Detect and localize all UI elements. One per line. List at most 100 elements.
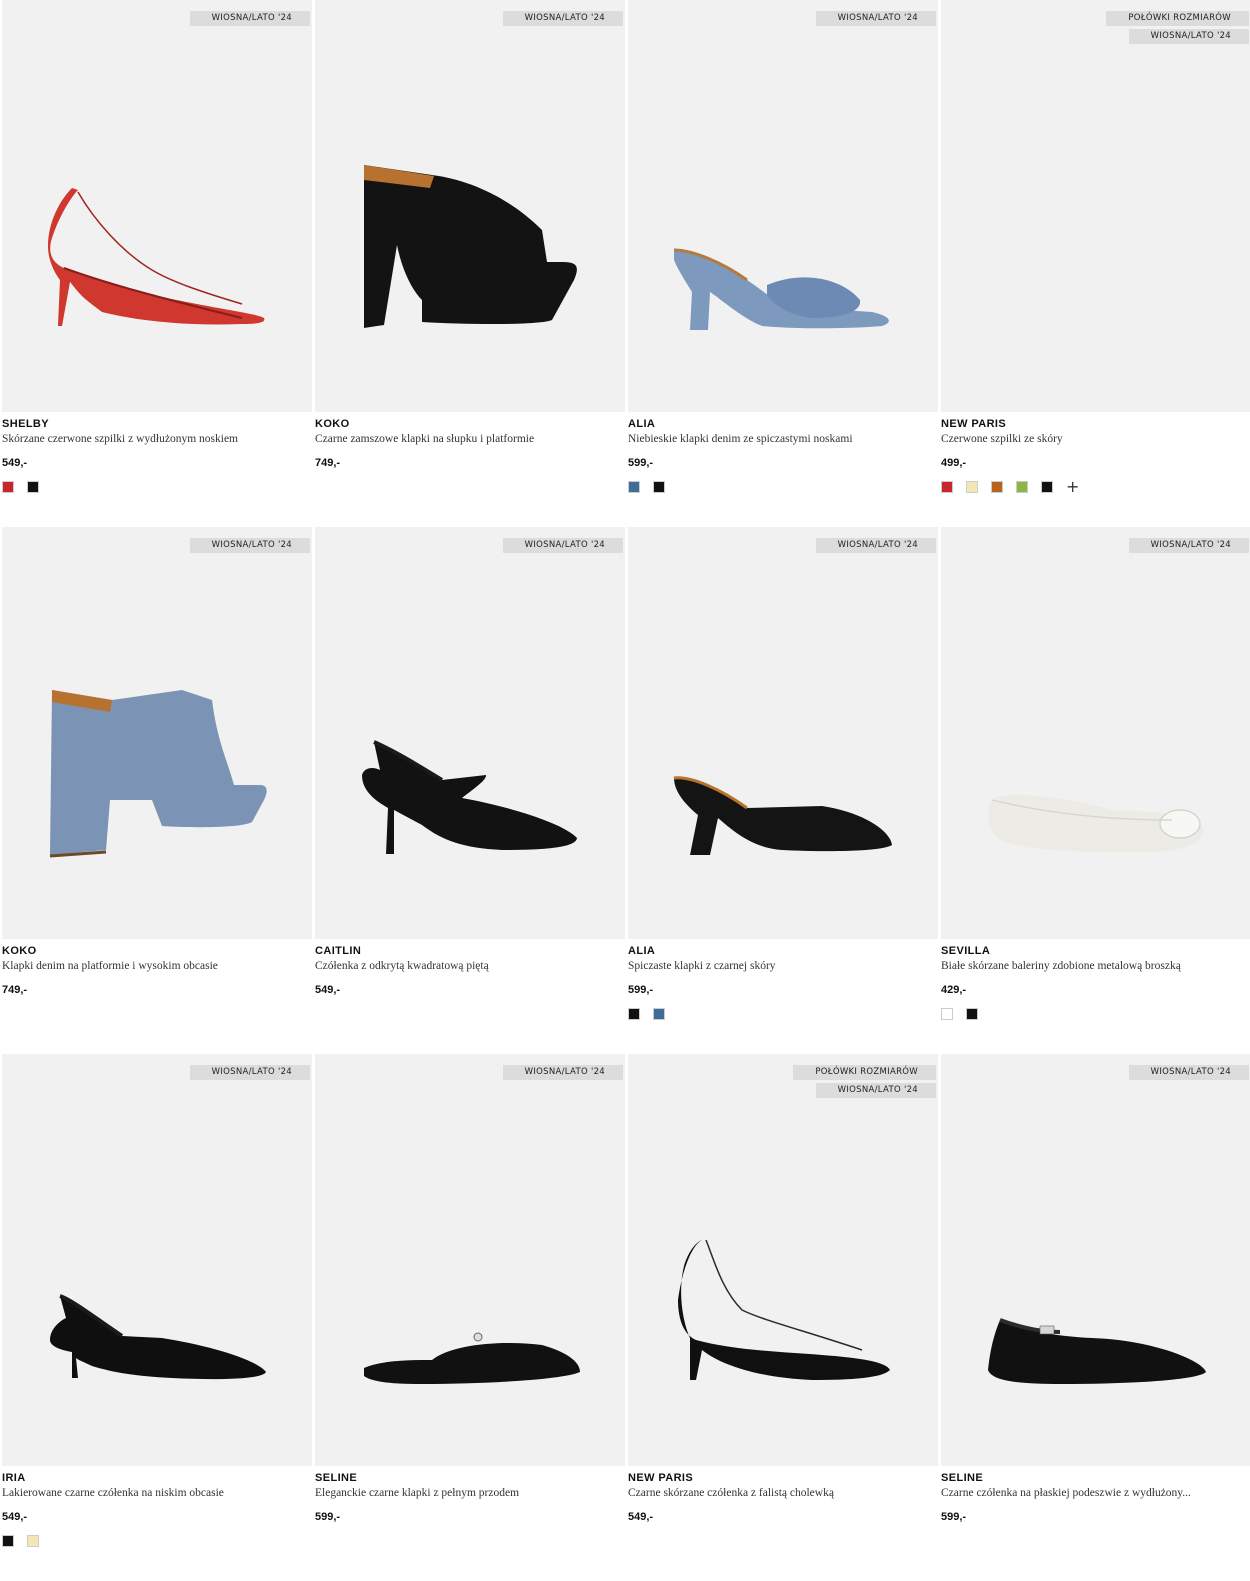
product-info: SELINE Czarne czółenka na płaskiej podes… (941, 1466, 1250, 1547)
color-swatch[interactable] (2, 1535, 14, 1547)
shoe-illustration-denim-platform-mule (49, 690, 267, 858)
badge-list: WIOSNA/LATO '24 (189, 11, 310, 26)
product-brand[interactable]: SELINE (941, 1471, 1250, 1485)
more-colors-icon[interactable]: + (1066, 479, 1079, 495)
product-brand[interactable]: KOKO (315, 417, 625, 431)
product-image[interactable]: WIOSNA/LATO '24 (2, 527, 312, 939)
product-image[interactable]: WIOSNA/LATO '24 (2, 1054, 312, 1466)
color-swatch[interactable] (2, 481, 14, 493)
color-swatches (628, 481, 938, 493)
product-image[interactable]: WIOSNA/LATO '24 (941, 527, 1250, 939)
color-swatch[interactable] (27, 1535, 39, 1547)
product-card-6: WIOSNA/LATO '24 CAITLIN Czółenka z odkry… (315, 527, 625, 1054)
color-swatches (2, 1008, 312, 1020)
season-badge: WIOSNA/LATO '24 (189, 538, 310, 553)
shoe-illustration-black-flat-mule (364, 1332, 580, 1384)
shoe-illustration-denim-mule (673, 248, 889, 330)
color-swatches (941, 1535, 1250, 1547)
product-description[interactable]: Czarne czółenka na płaskiej podeszwie z … (941, 1485, 1241, 1501)
season-badge: POŁÓWKI ROZMIARÓW (1106, 11, 1249, 26)
color-swatches (2, 481, 312, 493)
product-card-9: WIOSNA/LATO '24 IRIA Lakierowane czarne … (2, 1054, 312, 1581)
color-swatch[interactable] (966, 1008, 978, 1020)
badge-list: WIOSNA/LATO '24 (1128, 538, 1249, 553)
shoe-illustration-black-mule (673, 776, 892, 855)
product-price: 429,- (941, 984, 967, 996)
shoe-illustration-red-pump (941, 0, 1250, 412)
badge-list: WIOSNA/LATO '24 (815, 538, 936, 553)
product-card-4: POŁÓWKI ROZMIARÓW WIOSNA/LATO '24 NEW PAR… (941, 0, 1250, 527)
product-info: NEW PARIS Czerwone szpilki ze skóry 499,… (941, 412, 1250, 495)
product-description[interactable]: Czarne skórzane czółenka z falistą chole… (628, 1485, 928, 1501)
product-description[interactable]: Czółenka z odkrytą kwadratową piętą (315, 958, 615, 974)
product-brand[interactable]: ALIA (628, 417, 938, 431)
badge-list: POŁÓWKI ROZMIARÓW WIOSNA/LATO '24 (793, 1065, 936, 1098)
badge-list: WIOSNA/LATO '24 (815, 11, 936, 26)
product-description[interactable]: Klapki denim na platformie i wysokim obc… (2, 958, 302, 974)
product-brand[interactable]: KOKO (2, 944, 312, 958)
product-description[interactable]: Czerwone szpilki ze skóry (941, 431, 1241, 447)
color-swatch[interactable] (1016, 481, 1028, 493)
product-description[interactable]: Lakierowane czarne czółenka na niskim ob… (2, 1485, 302, 1501)
product-image[interactable]: WIOSNA/LATO '24 (628, 527, 938, 939)
season-badge: POŁÓWKI ROZMIARÓW (793, 1065, 936, 1080)
product-image[interactable]: POŁÓWKI ROZMIARÓW WIOSNA/LATO '24 (941, 0, 1250, 412)
product-brand[interactable]: NEW PARIS (628, 1471, 938, 1485)
shoe-illustration-black-slingback-strap (362, 740, 577, 854)
season-badge: WIOSNA/LATO '24 (502, 538, 623, 553)
product-description[interactable]: Białe skórzane baleriny zdobione metalow… (941, 958, 1241, 974)
season-badge: WIOSNA/LATO '24 (502, 1065, 623, 1080)
product-image[interactable]: WIOSNA/LATO '24 (2, 0, 312, 412)
color-swatch[interactable] (27, 481, 39, 493)
product-description[interactable]: Skórzane czerwone szpilki z wydłużonym n… (2, 431, 302, 447)
product-price: 549,- (2, 1511, 28, 1523)
product-price: 549,- (628, 1511, 654, 1523)
color-swatches (628, 1008, 938, 1020)
product-image[interactable]: WIOSNA/LATO '24 (628, 0, 938, 412)
product-description[interactable]: Czarne zamszowe klapki na słupku i platf… (315, 431, 615, 447)
season-badge: WIOSNA/LATO '24 (815, 1083, 936, 1098)
shoe-illustration-white-ballerina (988, 795, 1203, 852)
product-brand[interactable]: SELINE (315, 1471, 625, 1485)
color-swatch[interactable] (991, 481, 1003, 493)
product-brand[interactable]: SEVILLA (941, 944, 1250, 958)
season-badge: WIOSNA/LATO '24 (1128, 29, 1249, 44)
product-description[interactable]: Eleganckie czarne klapki z pełnym przode… (315, 1485, 615, 1501)
shoe-illustration-black-pump (678, 1239, 890, 1380)
color-swatch[interactable] (941, 481, 953, 493)
product-brand[interactable]: IRIA (2, 1471, 312, 1485)
product-description[interactable]: Spiczaste klapki z czarnej skóry (628, 958, 928, 974)
product-price: 749,- (2, 984, 28, 996)
product-image[interactable]: WIOSNA/LATO '24 (941, 1054, 1250, 1466)
badge-list: WIOSNA/LATO '24 (189, 538, 310, 553)
product-brand[interactable]: CAITLIN (315, 944, 625, 958)
product-price: 549,- (2, 457, 28, 469)
color-swatch[interactable] (653, 1008, 665, 1020)
color-swatches (315, 1535, 625, 1547)
product-image[interactable]: POŁÓWKI ROZMIARÓW WIOSNA/LATO '24 (628, 1054, 938, 1466)
product-card-8: WIOSNA/LATO '24 SEVILLA Białe skórzane b… (941, 527, 1250, 1054)
badge-list: WIOSNA/LATO '24 (502, 538, 623, 553)
product-description[interactable]: Niebieskie klapki denim ze spiczastymi n… (628, 431, 928, 447)
product-image[interactable]: WIOSNA/LATO '24 (315, 1054, 625, 1466)
product-price: 599,- (628, 984, 654, 996)
product-brand[interactable]: ALIA (628, 944, 938, 958)
color-swatch[interactable] (941, 1008, 953, 1020)
color-swatches (628, 1535, 938, 1547)
product-price: 749,- (315, 457, 341, 469)
color-swatch[interactable] (653, 481, 665, 493)
product-image[interactable]: WIOSNA/LATO '24 (315, 0, 625, 412)
color-swatch[interactable] (1041, 481, 1053, 493)
product-price: 599,- (628, 457, 654, 469)
badge-list: WIOSNA/LATO '24 (502, 11, 623, 26)
product-info: SEVILLA Białe skórzane baleriny zdobione… (941, 939, 1250, 1020)
product-image[interactable]: WIOSNA/LATO '24 (315, 527, 625, 939)
season-badge: WIOSNA/LATO '24 (815, 538, 936, 553)
color-swatch[interactable] (628, 481, 640, 493)
color-swatch[interactable] (628, 1008, 640, 1020)
color-swatch[interactable] (966, 481, 978, 493)
product-card-11: POŁÓWKI ROZMIARÓW WIOSNA/LATO '24 NEW PAR… (628, 1054, 938, 1581)
product-brand[interactable]: SHELBY (2, 417, 312, 431)
color-swatches (2, 1535, 312, 1547)
product-brand[interactable]: NEW PARIS (941, 417, 1250, 431)
